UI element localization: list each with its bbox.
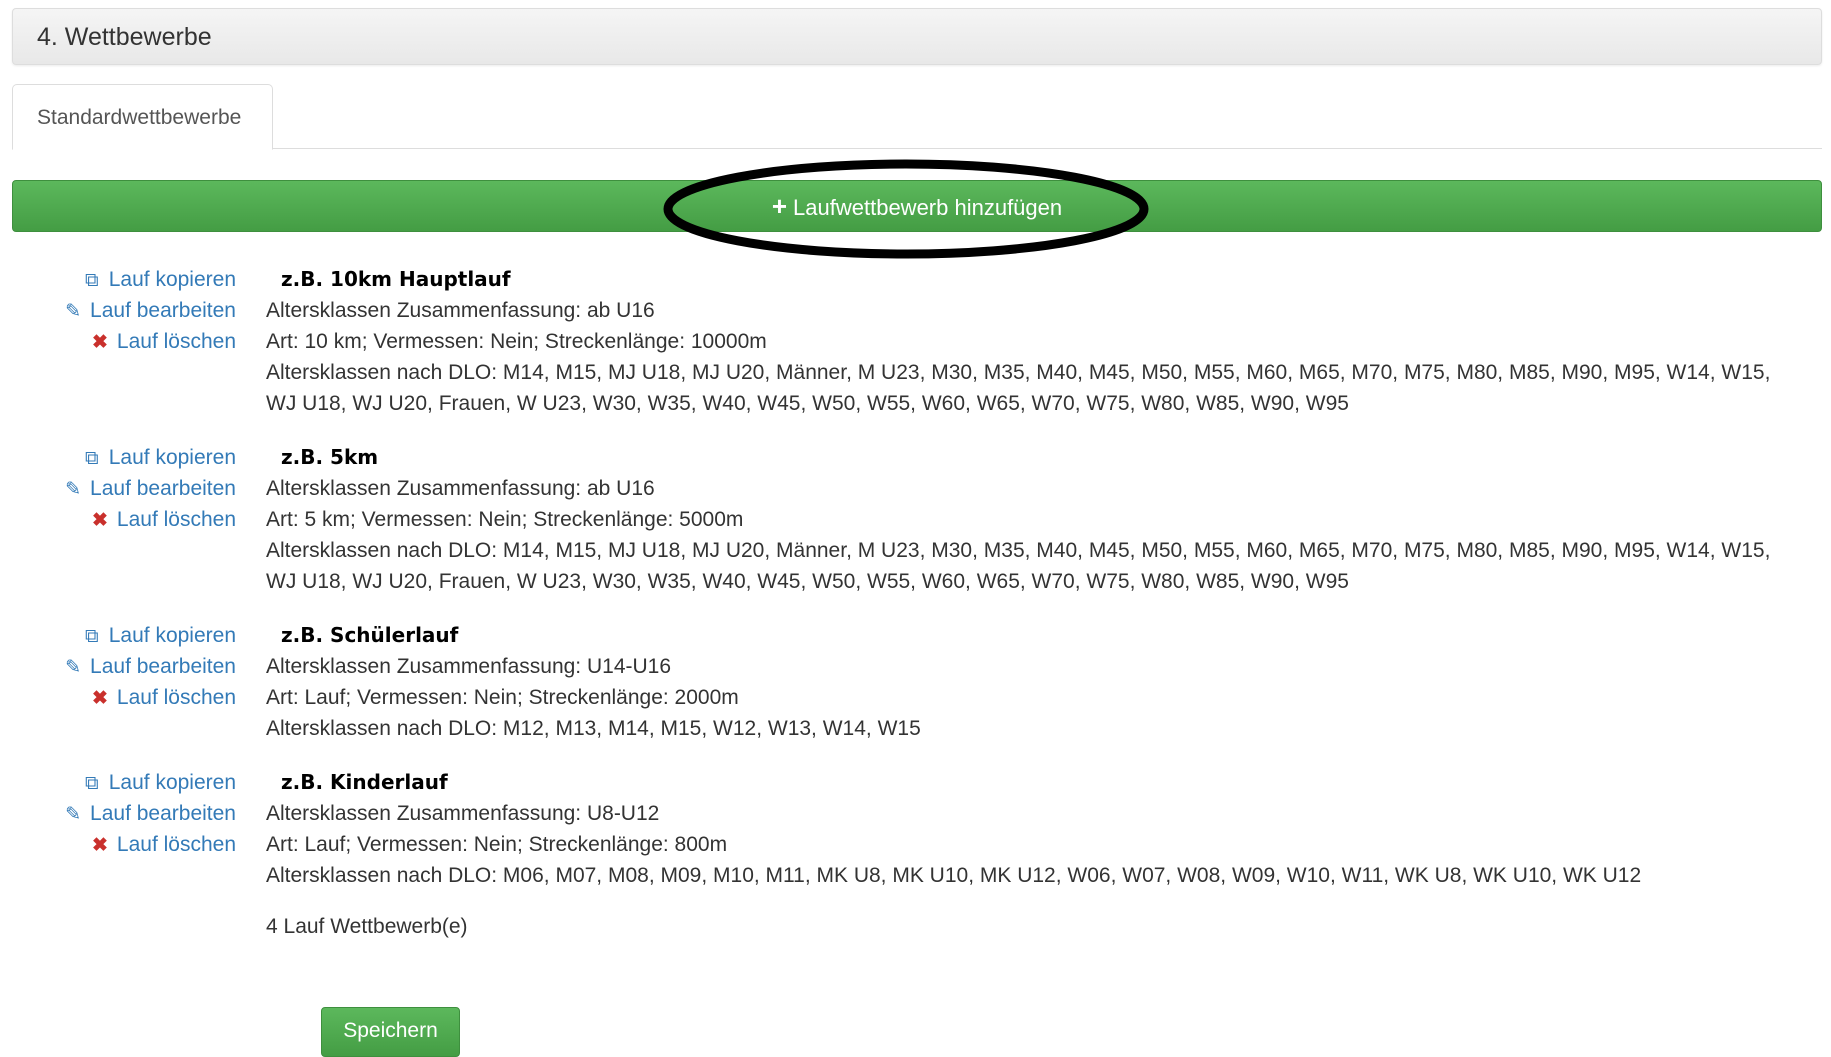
- race-info: Art: 5 km; Vermessen: Nein; Streckenläng…: [266, 508, 744, 531]
- edit-race-link[interactable]: ✎ Lauf bearbeiten: [0, 798, 236, 829]
- pencil-icon: ✎: [65, 657, 81, 678]
- race-title: z.B. 10km Hauptlauf: [281, 267, 511, 291]
- plus-icon: +: [771, 191, 788, 221]
- race-actions: ⧉ Lauf kopieren ✎ Lauf bearbeiten ✖ Lauf lö…: [0, 620, 236, 713]
- race-classes-cont: WJ U18, WJ U20, Frauen, W U23, W30, W35,…: [266, 392, 1349, 415]
- pencil-icon: ✎: [65, 301, 81, 322]
- pencil-icon: ✎: [65, 479, 81, 500]
- delete-race-link[interactable]: ✖ Lauf löschen: [0, 326, 236, 357]
- delete-race-link[interactable]: ✖ Lauf löschen: [0, 829, 236, 860]
- section-header: 4. Wettbewerbe: [12, 8, 1822, 65]
- race-title: z.B. Kinderlauf: [281, 770, 448, 794]
- race-actions: ⧉ Lauf kopieren ✎ Lauf bearbeiten ✖ Lauf lö…: [0, 442, 236, 535]
- delete-icon: ✖: [91, 510, 108, 531]
- delete-race-link[interactable]: ✖ Lauf löschen: [0, 682, 236, 713]
- copy-race-link[interactable]: ⧉ Lauf kopieren: [0, 264, 236, 295]
- tab-label: Standardwettbewerbe: [37, 106, 242, 129]
- tab-standardwettbewerbe[interactable]: Standardwettbewerbe: [12, 84, 273, 150]
- copy-icon: ⧉: [84, 773, 99, 794]
- race-classes: Altersklassen nach DLO: M14, M15, MJ U18…: [266, 539, 1771, 562]
- race-title: z.B. Schülerlauf: [281, 623, 459, 647]
- delete-race-link[interactable]: ✖ Lauf löschen: [0, 504, 236, 535]
- race-summary: Altersklassen Zusammenfassung: ab U16: [266, 477, 655, 500]
- race-info: Art: Lauf; Vermessen: Nein; Streckenläng…: [266, 686, 739, 709]
- race-actions: ⧉ Lauf kopieren ✎ Lauf bearbeiten ✖ Lauf lö…: [0, 767, 236, 860]
- race-summary: Altersklassen Zusammenfassung: U14-U16: [266, 655, 672, 678]
- pencil-icon: ✎: [65, 804, 81, 825]
- race-info: Art: Lauf; Vermessen: Nein; Streckenläng…: [266, 833, 728, 856]
- add-race-label: Laufwettbewerb hinzufügen: [793, 195, 1063, 220]
- race-details: z.B. Schülerlauf Altersklassen Zusammenf…: [266, 620, 1826, 744]
- copy-icon: ⧉: [84, 448, 99, 469]
- race-classes: Altersklassen nach DLO: M14, M15, MJ U18…: [266, 361, 1771, 384]
- race-details: z.B. 10km Hauptlauf Altersklassen Zusamm…: [266, 264, 1826, 419]
- edit-race-link[interactable]: ✎ Lauf bearbeiten: [0, 651, 236, 682]
- delete-icon: ✖: [91, 332, 108, 353]
- race-info: Art: 10 km; Vermessen: Nein; Streckenlän…: [266, 330, 767, 353]
- race-summary: Altersklassen Zusammenfassung: U8-U12: [266, 802, 660, 825]
- race-classes: Altersklassen nach DLO: M06, M07, M08, M…: [266, 864, 1642, 887]
- race-classes-cont: WJ U18, WJ U20, Frauen, W U23, W30, W35,…: [266, 570, 1349, 593]
- race-summary: Altersklassen Zusammenfassung: ab U16: [266, 299, 655, 322]
- race-actions: ⧉ Lauf kopieren ✎ Lauf bearbeiten ✖ Lauf lö…: [0, 264, 236, 357]
- copy-race-link[interactable]: ⧉ Lauf kopieren: [0, 620, 236, 651]
- copy-race-link[interactable]: ⧉ Lauf kopieren: [0, 442, 236, 473]
- race-details: z.B. Kinderlauf Altersklassen Zusammenfa…: [266, 767, 1826, 891]
- tab-bar-divider: [12, 148, 1822, 149]
- add-race-button[interactable]: + Laufwettbewerb hinzufügen: [12, 180, 1822, 232]
- race-count: 4 Lauf Wettbewerb(e): [266, 915, 468, 938]
- section-title: 4. Wettbewerbe: [37, 23, 212, 51]
- race-title: z.B. 5km: [281, 445, 379, 469]
- delete-icon: ✖: [91, 835, 108, 856]
- delete-icon: ✖: [91, 688, 108, 709]
- edit-race-link[interactable]: ✎ Lauf bearbeiten: [0, 295, 236, 326]
- race-classes: Altersklassen nach DLO: M12, M13, M14, M…: [266, 717, 921, 740]
- copy-race-link[interactable]: ⧉ Lauf kopieren: [0, 767, 236, 798]
- race-details: z.B. 5km Altersklassen Zusammenfassung: …: [266, 442, 1826, 597]
- copy-icon: ⧉: [84, 270, 99, 291]
- edit-race-link[interactable]: ✎ Lauf bearbeiten: [0, 473, 236, 504]
- save-button[interactable]: Speichern: [321, 1007, 460, 1057]
- copy-icon: ⧉: [84, 626, 99, 647]
